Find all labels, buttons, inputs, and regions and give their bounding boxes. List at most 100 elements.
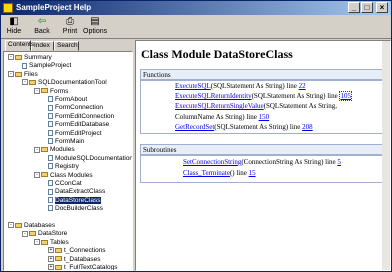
tree-folder[interactable]: - Modules [34,146,75,154]
member-link[interactable]: ExecuteSQL [175,82,211,90]
tree-item-label: SampleProject [29,62,72,70]
back-button[interactable]: ⇦ Back [31,16,53,38]
tree-item-label: FormAbout [55,96,88,103]
expand-icon[interactable]: + [48,264,54,270]
collapse-icon[interactable]: - [8,222,14,229]
tree-item[interactable]: SampleProject [22,62,71,70]
tree-item[interactable]: FormEditProject [48,130,102,138]
tree-folder[interactable]: - Databases [8,222,55,230]
member-link[interactable]: ExecuteSQLReturnIdentity [175,92,252,100]
collapse-icon[interactable]: - [8,71,14,78]
line-link[interactable]: 5 [337,158,341,166]
line-link[interactable]: 105 [339,91,352,102]
tree-item[interactable]: ModuleSQLDocumentation [48,155,132,163]
tree-folder[interactable]: + t_Connections [48,247,106,255]
book-icon [15,71,22,77]
book-icon [41,147,48,153]
member-row: ExecuteSQLReturnIdentity(SQLStatement As… [175,91,352,102]
line-link[interactable]: 15 [249,169,256,177]
line-link[interactable]: 150 [259,113,270,121]
page-icon [48,197,53,204]
expand-icon[interactable]: + [48,247,54,254]
tree-item[interactable]: Registry [48,163,79,171]
tree-item-label: FormEditDatabase [55,121,110,129]
collapse-icon[interactable]: - [22,79,28,86]
tree-folder[interactable]: - DataStore [22,230,67,238]
tree-folder[interactable]: - Forms [34,88,68,96]
hide-label: Hide [6,28,22,35]
functions-list: ExecuteSQL(SQLStatement As String) line … [140,80,386,134]
tree-item-label: t_Databases [64,255,101,263]
tree-folder[interactable]: - Class Modules [34,172,93,180]
page-icon [48,121,53,128]
member-link[interactable]: GetRecordSet [175,123,214,131]
member-link[interactable]: Class_Terminate [183,169,230,177]
tree-item[interactable]: CConCat [48,180,82,188]
member-link[interactable]: SetConnectionString [183,158,241,166]
page-icon [48,113,53,120]
page-icon [22,62,27,69]
tree-item[interactable]: DocBuilderClass [48,205,103,213]
page-icon [48,163,53,170]
hide-icon: ◧ [9,16,19,27]
vertical-scrollbar[interactable] [382,41,390,270]
book-icon [15,54,22,60]
tree-folder[interactable]: + t_Databases [48,256,101,264]
page-icon [48,96,53,103]
contents-tree[interactable]: - Summary SampleProject - Files - SQLDocumenta… [3,51,133,271]
collapse-icon[interactable]: - [8,54,14,61]
tab-index[interactable]: Index [31,41,54,51]
book-icon [41,88,48,94]
subroutines-list: SetConnectionString(ConnectionString As … [140,155,386,183]
tab-contents[interactable]: Contents [5,40,34,51]
tree-item-label: FormMain [55,138,85,145]
expand-icon[interactable]: + [48,255,54,262]
book-icon [15,222,22,228]
close-button[interactable]: × [376,2,388,13]
tree-item[interactable]: DataStoreClass [48,196,101,205]
tree-item[interactable]: FormMain [48,138,84,146]
tree-folder[interactable]: - SQLDocumentationTool [22,79,107,87]
book-icon [29,79,36,85]
collapse-icon[interactable]: - [34,171,40,178]
tree-item-label: FormEditConnection [55,112,115,120]
tree-item[interactable]: FormConnection [48,104,103,112]
tree-item[interactable]: DataExtractClass [48,188,105,196]
book-icon [29,231,36,237]
tree-item-label: Forms [50,87,69,95]
tree-item-label: Databases [24,222,56,229]
tree-item-label: SQLDocumentationTool [38,79,107,87]
tree-item-label: Files [24,70,38,78]
member-signature: (SQLStatement As String) line [210,82,299,90]
tree-item[interactable]: FormEditConnection [48,113,114,121]
collapse-icon[interactable]: - [34,239,40,246]
member-link[interactable]: ExecuteSQLReturnSingleValue [175,102,264,110]
line-link[interactable]: 22 [299,82,306,90]
collapse-icon[interactable]: - [22,230,28,237]
tree-item[interactable]: FormAbout [48,96,87,104]
collapse-icon[interactable]: - [34,146,40,153]
page-icon [48,180,53,187]
collapse-icon[interactable]: - [34,87,40,94]
member-signature: (SQLStatement As String) line [251,92,340,101]
options-button[interactable]: ▤ Options [83,16,107,38]
minimize-button[interactable]: _ [348,2,360,13]
tree-folder[interactable]: - Tables [34,239,69,247]
tree-folder[interactable]: + t_FullTextCatalogs [48,264,117,270]
maximize-button[interactable]: □ [361,2,373,13]
topic-pane: Class Module DataStoreClass Functions Ex… [135,40,391,271]
tree-item-label: FormConnection [55,104,104,112]
member-signature: (SQLStatement As String, [263,102,337,111]
print-button[interactable]: ⎙ Print [61,16,79,38]
tree-folder[interactable]: - Files [8,71,38,79]
tab-search[interactable]: Search [54,41,79,51]
tree-folder[interactable]: - Summary [8,54,52,62]
tree-item[interactable]: FormEditDatabase [48,121,109,129]
back-arrow-icon: ⇦ [37,16,47,27]
member-row: GetRecordSet(SQLStatement As String) lin… [175,123,313,131]
member-row: ExecuteSQLReturnSingleValue(SQLStatement… [175,102,337,110]
hide-button[interactable]: ◧ Hide [5,16,23,38]
line-link[interactable]: 208 [302,123,313,131]
options-label: Options [83,28,108,35]
page-icon [48,155,53,162]
